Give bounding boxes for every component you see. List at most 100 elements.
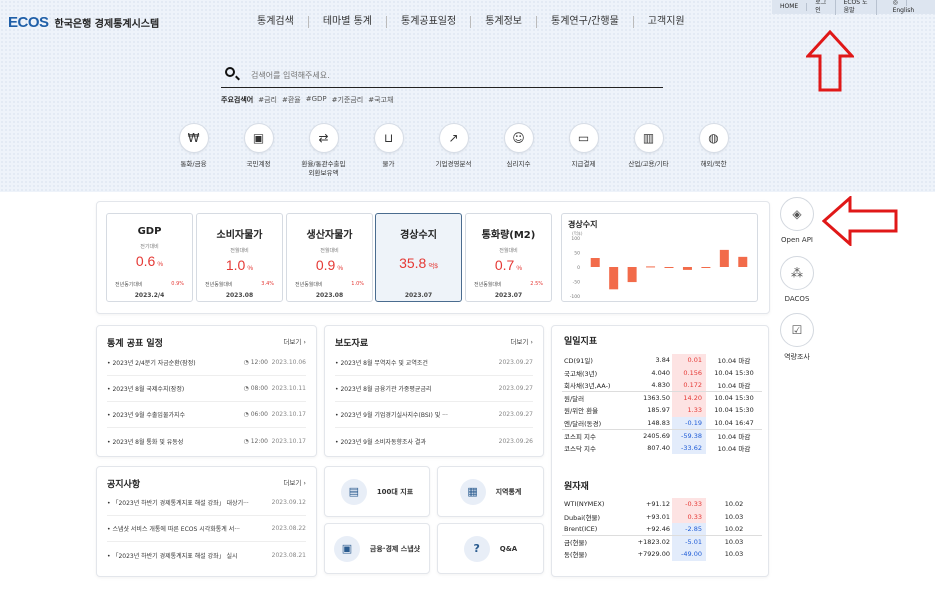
search-input[interactable] bbox=[251, 67, 651, 83]
category-business[interactable]: ↗ 기업경영분석 bbox=[421, 123, 486, 178]
category-industry[interactable]: ▥ 산업/고용/기타 bbox=[616, 123, 681, 178]
indicator-row[interactable]: 원/달러 1363.50 14.20 10.04 15:30 bbox=[562, 391, 762, 404]
chart-bar[interactable] bbox=[646, 266, 656, 268]
tile-snapshot[interactable]: ▣ 금융·경제 스냅샷 bbox=[324, 523, 430, 574]
indicator-row[interactable]: Dubai(현물) +93.01 0.33 10.03 bbox=[562, 510, 762, 523]
category-label: 국민계정 bbox=[246, 160, 271, 168]
kpi-unit: 억$ bbox=[428, 263, 438, 270]
indicator-row[interactable]: 코스닥 지수 807.40 -33.62 10.04 마감 bbox=[562, 441, 762, 454]
indicator-row[interactable]: 금(현물) +1823.02 -5.01 10.03 bbox=[562, 535, 762, 548]
indicator-row[interactable]: CD(91일) 3.84 0.01 10.04 마감 bbox=[562, 354, 762, 367]
nav-item-schedule[interactable]: 통계공표일정 bbox=[387, 16, 472, 28]
indicator-value: 4.040 bbox=[651, 368, 670, 377]
chart-bar[interactable] bbox=[719, 249, 729, 267]
list-item[interactable]: • 2023년 9월 수출입물가지수 ◔ 06:00 2023.10.17 bbox=[107, 402, 306, 428]
util-english[interactable]: ◎ English bbox=[877, 0, 935, 15]
indicator-row[interactable]: Brent(ICE) +92.46 -2.85 10.02 bbox=[562, 523, 762, 536]
category-payment[interactable]: ▭ 지급결제 bbox=[551, 123, 616, 178]
indicator-date: 10.04 마감 bbox=[717, 382, 751, 390]
list-item[interactable]: • 2023년 8월 금융기관 가중평균금리 2023.09.27 bbox=[335, 376, 533, 402]
indicator-date: 10.04 15:30 bbox=[706, 391, 762, 404]
list-item[interactable]: • 2023년 9월 기업경기실사지수(BSI) 및 ··· 2023.09.27 bbox=[335, 402, 533, 428]
kpi-card-ppi[interactable]: 생산자물가 전월대비 0.9% 전년동월대비 1.0% 2023.08 bbox=[286, 213, 373, 302]
search-icon[interactable] bbox=[225, 67, 235, 77]
chart-bar[interactable] bbox=[738, 256, 748, 267]
chart-bar[interactable] bbox=[664, 267, 674, 268]
list-item[interactable]: • 2023년 8월 무역지수 및 교역조건 2023.09.27 bbox=[335, 350, 533, 376]
indicator-name: 금(현물) bbox=[562, 535, 623, 548]
kpi-card-m2[interactable]: 통화량(M2) 전월대비 0.7% 전년동월대비 2.5% 2023.07 bbox=[465, 213, 552, 302]
indicator-row[interactable]: 국고채(3년) 4.040 0.156 10.04 15:30 bbox=[562, 366, 762, 379]
nav-item-research[interactable]: 통계연구/간행물 bbox=[537, 16, 634, 28]
indicator-name: 코스피 지수 bbox=[562, 428, 631, 442]
tile-100-indicators[interactable]: ▤ 100대 지표 bbox=[324, 466, 430, 517]
kpi-card-current-account[interactable]: 경상수지 35.8 억$ 2023.07 bbox=[375, 213, 462, 302]
chart-bar[interactable] bbox=[682, 267, 692, 270]
list-item[interactable]: • 2023년 8월 통화 및 유동성 ◔ 12:00 2023.10.17 bbox=[107, 428, 306, 454]
list-item[interactable]: • 「2023년 하반기 경제통계지표 해설 강좌」 대상기··· 2023.09… bbox=[107, 490, 306, 516]
util-home[interactable]: HOME bbox=[772, 3, 808, 11]
kpi-title: 통화량(M2) bbox=[481, 230, 536, 241]
side-link-open-api[interactable]: ◈ Open API bbox=[779, 197, 815, 244]
kpi-value: 1.0% bbox=[197, 257, 282, 273]
commodity-title: 원자재 bbox=[564, 482, 589, 492]
keyword-item[interactable]: #국고채 bbox=[368, 95, 393, 105]
category-exchange[interactable]: ⇄ 환율/통관수출입 외환보유액 bbox=[291, 123, 356, 178]
category-prices[interactable]: ⊔ 물가 bbox=[356, 123, 421, 178]
side-link-survey[interactable]: ☑ 역량조사 bbox=[779, 313, 815, 362]
nav-item-support[interactable]: 고객지원 bbox=[634, 16, 699, 28]
ecos-logo[interactable]: ECOS 한국은행 경제통계시스템 bbox=[8, 14, 159, 31]
category-money-finance[interactable]: ₩ 통화/금융 bbox=[161, 123, 226, 178]
nav-item-search[interactable]: 통계검색 bbox=[243, 16, 309, 28]
indicator-value: 1363.50 bbox=[630, 391, 672, 404]
tile-label: 금융·경제 스냅샷 bbox=[369, 544, 421, 553]
tile-qna[interactable]: ? Q&A bbox=[437, 523, 544, 574]
tile-regional-stats[interactable]: ▦ 지역통계 bbox=[437, 466, 544, 517]
kpi-date: 2023.07 bbox=[494, 292, 523, 299]
indicator-name: CD(91일) bbox=[564, 357, 593, 366]
kpi-card-gdp[interactable]: GDP 전기대비 0.6% 전년동기대비 0.9% 2023.2/4 bbox=[106, 213, 193, 302]
item-date: 2023.10.06 bbox=[271, 359, 306, 366]
indicator-change: 0.156 bbox=[672, 366, 706, 379]
chart-bar[interactable] bbox=[701, 267, 711, 268]
indicator-name: 원/위안 환율 bbox=[564, 407, 599, 416]
y-tick-label: 0 bbox=[577, 265, 580, 271]
kpi-card-cpi[interactable]: 소비자물가 전월대비 1.0% 전년동월대비 3.4% 2023.08 bbox=[196, 213, 283, 302]
chart-bar[interactable] bbox=[590, 258, 600, 267]
daily-indicators-panel: 일일지표 CD(91일) 3.84 0.01 10.04 마감 국고채(3년) 4.040… bbox=[551, 325, 769, 577]
item-time: ◔ 12:00 bbox=[243, 437, 268, 445]
kpi-value-number: 0.7 bbox=[494, 257, 515, 273]
list-item[interactable]: • 2023년 8월 국제수지(잠정) ◔ 08:00 2023.10.11 bbox=[107, 376, 306, 402]
keyword-item[interactable]: #금리 bbox=[258, 95, 277, 105]
keyword-item[interactable]: #환율 bbox=[282, 95, 301, 105]
indicator-row[interactable]: 동(현물) +7929.00 -49.00 10.03 bbox=[562, 548, 762, 561]
kpi-compare: 전년동월대비 2.5% bbox=[474, 281, 543, 288]
util-help[interactable]: ECOS 도움말 bbox=[836, 0, 877, 15]
keyword-item[interactable]: #기준금리 bbox=[332, 95, 364, 105]
nav-item-theme[interactable]: 테마별 통계 bbox=[309, 16, 387, 28]
list-item[interactable]: • 2023년 2/4분기 자금순환(잠정) ◔ 12:00 2023.10.06 bbox=[107, 350, 306, 376]
nav-item-info[interactable]: 통계정보 bbox=[471, 16, 538, 28]
indicator-row[interactable]: 원/위안 환율 185.97 1.33 10.04 15:30 bbox=[562, 404, 762, 417]
indicator-row[interactable]: 회사채(3년,AA-) 4.830 0.172 10.04 마감 bbox=[562, 379, 762, 392]
indicator-row[interactable]: 엔/달러(동경) 148.83 -0.19 10.04 16:47 bbox=[562, 416, 762, 429]
category-sentiment[interactable]: ☺ 심리지수 bbox=[486, 123, 551, 178]
indicator-row[interactable]: WTI(NYMEX) +91.12 -0.33 10.02 bbox=[562, 498, 762, 511]
category-national-accounts[interactable]: ▣ 국민계정 bbox=[226, 123, 291, 178]
list-item[interactable]: • 2023년 9월 소비자동향조사 결과 2023.09.26 bbox=[335, 428, 533, 454]
side-link-dacos[interactable]: ⁂ DACOS bbox=[779, 256, 815, 303]
more-link[interactable]: 더보기 › bbox=[510, 336, 533, 346]
keyword-item[interactable]: #GDP bbox=[306, 95, 327, 105]
more-link[interactable]: 더보기 › bbox=[283, 336, 306, 346]
util-login[interactable]: 로그인 bbox=[807, 0, 836, 15]
list-item[interactable]: • 「2023년 하반기 경제통계지표 해설 강좌」 실시 2023.08.21 bbox=[107, 542, 306, 568]
item-title: • 「2023년 하반기 경제통계지표 해설 강좌」 실시 bbox=[107, 552, 238, 560]
list-item[interactable]: • 스냅샷 서비스 개통에 따른 ECOS 시각화통계 서··· 2023.08.… bbox=[107, 516, 306, 542]
indicator-row[interactable]: 코스피 지수 2405.69 -59.38 10.04 마감 bbox=[562, 428, 762, 442]
tile-label: 100대 지표 bbox=[376, 487, 414, 496]
current-account-chart[interactable]: 경상수지 (억$) 100 50 0 -50 -100 bbox=[561, 213, 758, 302]
more-link[interactable]: 더보기 › bbox=[283, 477, 306, 487]
category-overseas[interactable]: ◍ 해외/북한 bbox=[681, 123, 746, 178]
chart-bar[interactable] bbox=[627, 267, 637, 283]
chart-bar[interactable] bbox=[609, 267, 619, 290]
